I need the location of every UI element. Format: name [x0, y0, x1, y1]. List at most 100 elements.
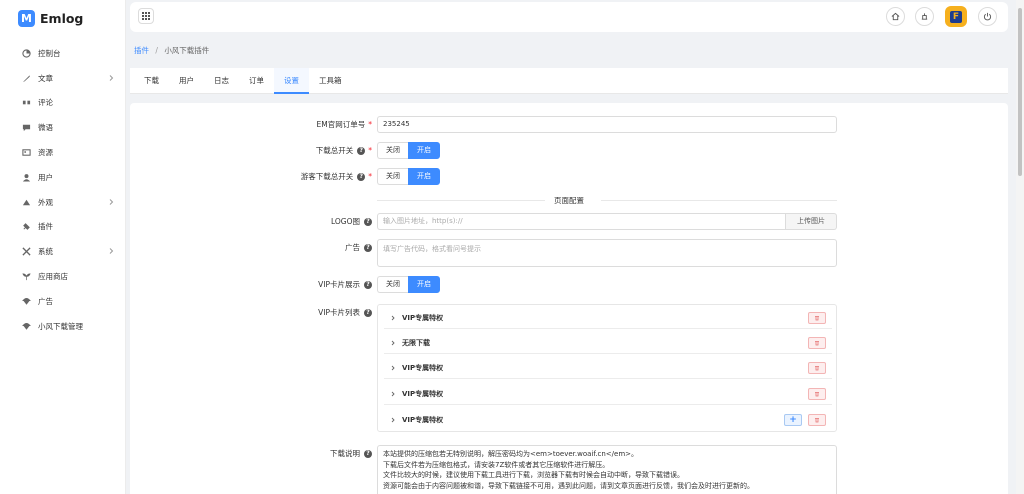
user-icon [20, 171, 32, 183]
sidebar-item-label: 插件 [38, 222, 53, 232]
tab-bar: 下载 用户 日志 订单 设置 工具箱 [130, 68, 1008, 94]
chevron-right-icon[interactable] [388, 415, 398, 425]
chat-icon [20, 122, 32, 134]
sidebar-item-users[interactable]: 用户 [0, 165, 125, 190]
chevron-right-icon[interactable] [388, 363, 398, 373]
ad-code-textarea[interactable]: 填写广告代码，格式看问号提示 [377, 239, 837, 267]
chevron-right-icon[interactable] [388, 338, 398, 348]
help-icon[interactable]: ? [364, 243, 372, 252]
download-switch-on-button[interactable]: 开启 [408, 142, 440, 159]
sidebar-item-label: 控制台 [38, 48, 61, 58]
sidebar-item-dashboard[interactable]: 控制台 [0, 41, 125, 66]
scrollbar-thumb[interactable] [1018, 8, 1022, 176]
download-switch-off-button[interactable]: 关闭 [377, 142, 408, 159]
vip-display-on-button[interactable]: 开启 [408, 276, 440, 293]
chevron-right-icon[interactable] [388, 389, 398, 399]
download-switch-toggle: 关闭 开启 [377, 142, 440, 159]
sidebar: M Emlog 控制台 文章 评论 微语 资源 用户 外观 插件 系统 应用商店… [0, 0, 126, 494]
help-icon[interactable]: ? [357, 146, 366, 155]
brand[interactable]: M Emlog [0, 0, 125, 36]
sidebar-item-appearance[interactable]: 外观 [0, 190, 125, 215]
vip-card-item[interactable]: 无限下载 [384, 332, 832, 354]
grid-menu-icon[interactable] [138, 8, 154, 24]
upload-image-button[interactable]: 上传图片 [786, 213, 837, 230]
vip-card-item[interactable]: VIP专属特权 [384, 357, 832, 379]
sidebar-nav: 控制台 文章 评论 微语 资源 用户 外观 插件 系统 应用商店 广告 小风下载… [0, 41, 125, 339]
delete-icon[interactable] [808, 388, 826, 400]
vip-card-item[interactable]: VIP专属特权 [384, 383, 832, 405]
tools-icon [20, 246, 32, 258]
sidebar-item-articles[interactable]: 文章 [0, 66, 125, 91]
tab-orders[interactable]: 订单 [239, 68, 274, 94]
palette-icon [20, 196, 32, 208]
ad-label: 广告? [345, 242, 372, 253]
vip-card-item[interactable]: VIP专属特权 [384, 307, 832, 329]
delete-icon[interactable] [808, 337, 826, 349]
logo-url-input[interactable]: 输入图片地址，http(s):// [377, 213, 786, 230]
vip-card-item[interactable]: VIP专属特权 + [384, 409, 832, 431]
sidebar-item-download-manager[interactable]: 小风下载管理 [0, 314, 125, 339]
sidebar-item-label: 系统 [38, 247, 53, 257]
guest-switch-on-button[interactable]: 开启 [408, 168, 440, 185]
chevron-right-icon [109, 248, 114, 255]
sidebar-item-system[interactable]: 系统 [0, 239, 125, 264]
download-desc-line: 下载后文件若为压缩包格式，请安装7Z软件或者其它压缩软件进行解压。 [383, 460, 610, 469]
chevron-right-icon [109, 74, 114, 81]
chevron-right-icon [109, 198, 114, 205]
logo-label: LOGO图? [331, 216, 372, 227]
download-switch-label: 下载总开关? * [315, 146, 372, 155]
tab-logs[interactable]: 日志 [204, 68, 239, 94]
tab-settings[interactable]: 设置 [274, 68, 309, 94]
parachute-icon [20, 320, 32, 332]
delete-icon[interactable] [808, 414, 826, 426]
tab-users[interactable]: 用户 [169, 68, 204, 94]
tab-toolbox[interactable]: 工具箱 [309, 68, 352, 94]
help-icon[interactable]: ? [364, 217, 372, 226]
sidebar-item-label: 小风下载管理 [38, 321, 83, 331]
add-vip-card-button[interactable]: + [784, 414, 802, 426]
image-icon [20, 147, 32, 159]
tab-download[interactable]: 下载 [134, 68, 169, 94]
vip-card-title: VIP专属特权 [402, 389, 444, 398]
help-icon[interactable]: ? [357, 172, 366, 181]
sprout-icon [20, 271, 32, 283]
vip-card-title: 无限下载 [402, 338, 430, 347]
order-no-label: EM官网订单号 * [316, 120, 372, 129]
avatar-letter: F [950, 10, 962, 23]
breadcrumb-separator: / [155, 46, 158, 55]
delete-icon[interactable] [808, 362, 826, 374]
dashboard-icon [20, 47, 32, 59]
power-icon[interactable] [978, 7, 997, 26]
download-desc-textarea[interactable]: 本站提供的压缩包若无特别说明，解压密码均为<em>toever.woaif.cn… [377, 445, 837, 494]
sidebar-item-label: 文章 [38, 73, 53, 83]
settings-panel: EM官网订单号 * 235245 下载总开关? * 关闭 开启 游客下载总开关? * … [130, 103, 1008, 494]
download-desc-line: 资源可能会由于内容问题被和谐，导致下载链接不可用，遇到此问题，请到文章页面进行反… [383, 481, 754, 490]
sync-icon[interactable] [915, 7, 934, 26]
vip-card-title: VIP专属特权 [402, 363, 444, 372]
delete-icon[interactable] [808, 312, 826, 324]
sidebar-item-label: 评论 [38, 98, 53, 108]
sidebar-item-comments[interactable]: 评论 [0, 91, 125, 116]
brand-name: Emlog [40, 10, 84, 26]
sidebar-item-plugins[interactable]: 插件 [0, 215, 125, 240]
sidebar-item-store[interactable]: 应用商店 [0, 264, 125, 289]
sidebar-item-twitter[interactable]: 微语 [0, 115, 125, 140]
home-icon[interactable] [886, 7, 905, 26]
sidebar-item-ads[interactable]: 广告 [0, 289, 125, 314]
help-icon[interactable]: ? [364, 280, 372, 289]
help-icon[interactable]: ? [364, 308, 372, 317]
vip-display-label: VIP卡片展示? [318, 279, 372, 290]
sidebar-item-media[interactable]: 资源 [0, 140, 125, 165]
guest-switch-off-button[interactable]: 关闭 [377, 168, 408, 185]
order-no-input[interactable]: 235245 [377, 116, 837, 133]
help-icon[interactable]: ? [364, 449, 372, 458]
avatar[interactable]: F [945, 6, 967, 27]
chevron-right-icon[interactable] [388, 313, 398, 323]
download-desc-line: 本站提供的压缩包若无特别说明，解压密码均为<em>toever.woaif.cn… [383, 450, 639, 458]
page-scrollbar[interactable] [1016, 0, 1024, 494]
emlog-logo-icon: M [18, 9, 35, 27]
vip-display-off-button[interactable]: 关闭 [377, 276, 408, 293]
plug-icon [20, 221, 32, 233]
breadcrumb-plugins-link[interactable]: 插件 [134, 46, 149, 55]
section-title-page-config: 页面配置 [130, 195, 1008, 206]
